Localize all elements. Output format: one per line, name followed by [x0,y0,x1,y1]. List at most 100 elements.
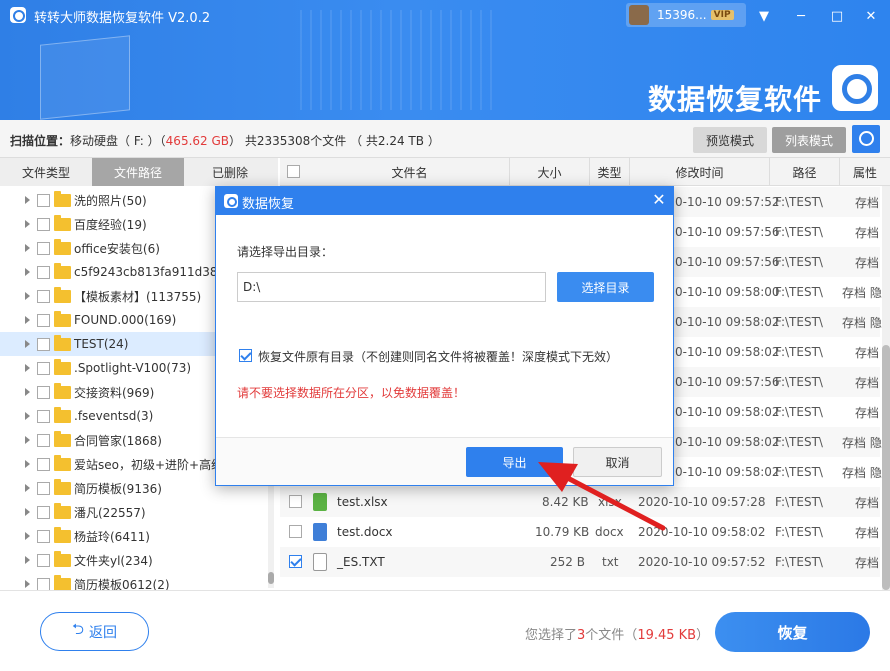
tree-item-checkbox[interactable] [37,505,50,519]
tree-item-checkbox[interactable] [37,337,50,351]
expand-triangle-icon[interactable] [25,460,30,468]
close-icon[interactable]: ✕ [860,5,882,27]
expand-triangle-icon[interactable] [25,292,30,300]
selection-suffix: ） [696,628,710,643]
expand-triangle-icon[interactable] [25,388,30,396]
tree-item-checkbox[interactable] [37,217,50,231]
cell-time: 0-10-10 09:57:56 [675,255,780,269]
export-path-input[interactable] [237,272,546,302]
minimize-icon[interactable]: ─ [790,5,812,27]
menu-dropdown-icon[interactable]: ▼ [753,5,775,27]
keep-structure-label[interactable]: 恢复文件原有目录（不创建则同名文件将被覆盖！深度模式下无效） [258,348,618,365]
cell-filename: test.docx [337,525,393,539]
tree-item[interactable]: 杨益玲(6411) [0,524,265,548]
export-button[interactable]: 导出 [466,447,563,477]
row-checkbox[interactable] [289,525,302,538]
expand-triangle-icon[interactable] [25,436,30,444]
tree-item-checkbox[interactable] [37,385,50,399]
expand-triangle-icon[interactable] [25,340,30,348]
row-checkbox[interactable] [289,495,302,508]
tree-item-checkbox[interactable] [37,409,50,423]
expand-triangle-icon[interactable] [25,532,30,540]
column-modified[interactable]: 修改时间 [630,158,770,186]
app-title: 转转大师数据恢复软件 V2.0.2 [34,11,211,26]
expand-triangle-icon[interactable] [25,364,30,372]
recover-button[interactable]: 恢复 [715,612,870,652]
tree-item-label: 爱站seo，初级+进阶+高级 [74,457,224,472]
tree-item-checkbox[interactable] [37,577,50,590]
table-scrollbar-thumb[interactable] [882,345,890,590]
column-type[interactable]: 类型 [590,158,630,186]
brand-logo-icon [832,65,878,111]
tree-item-label: 洗的照片(50) [74,193,147,208]
tab-file-path[interactable]: 文件路径 [92,158,184,186]
tree-item-checkbox[interactable] [37,193,50,207]
tree-item-checkbox[interactable] [37,361,50,375]
tree-item-checkbox[interactable] [37,553,50,567]
search-icon[interactable] [852,125,880,153]
cell-time: 0-10-10 09:57:52 [675,195,780,209]
dialog-title-bar: 数据恢复 ✕ [216,187,673,215]
expand-triangle-icon[interactable] [25,244,30,252]
tree-item-label: office安装包(6) [74,241,160,256]
cell-attr: 存档 [855,195,880,210]
table-row[interactable]: _ES.TXT 252 B txt 2020-10-10 09:57:52 F:… [280,547,880,577]
dialog-app-icon [224,194,238,208]
user-account[interactable]: 15396... VIP [626,3,746,27]
cancel-button[interactable]: 取消 [573,447,662,477]
tree-item-label: 潘凡(22557) [74,505,146,520]
choose-directory-button[interactable]: 选择目录 [557,272,654,302]
scan-device: 移动硬盘（ F: ）（ [70,134,166,148]
maximize-icon[interactable]: □ [826,5,848,27]
tree-item-checkbox[interactable] [37,481,50,495]
column-path[interactable]: 路径 [770,158,840,186]
dialog-close-icon[interactable]: ✕ [649,190,669,210]
expand-triangle-icon[interactable] [25,412,30,420]
expand-triangle-icon[interactable] [25,580,30,588]
folder-icon [54,430,71,447]
keep-structure-checkbox[interactable] [239,349,252,362]
selection-summary: 您选择了3个文件（19.45 KB） [525,624,709,643]
column-attributes[interactable]: 属性 [840,158,890,186]
column-size[interactable]: 大小 [510,158,590,186]
tab-deleted[interactable]: 已删除 [184,158,276,186]
table-row[interactable]: test.xlsx 8.42 KB xlsx 2020-10-10 09:57:… [280,487,880,517]
tree-item[interactable]: 潘凡(22557) [0,500,265,524]
tree-item-checkbox[interactable] [37,433,50,447]
expand-triangle-icon[interactable] [25,484,30,492]
tab-file-type[interactable]: 文件类型 [0,158,92,186]
preview-mode-button[interactable]: 预览模式 [693,127,767,153]
folder-icon [54,382,71,399]
tree-item-checkbox[interactable] [37,265,50,279]
select-all-checkbox[interactable] [287,165,300,178]
tree-item-checkbox[interactable] [37,289,50,303]
tree-scrollbar-thumb[interactable] [268,572,274,584]
expand-triangle-icon[interactable] [25,316,30,324]
expand-triangle-icon[interactable] [25,220,30,228]
column-filename[interactable]: 文件名 [310,158,510,186]
expand-triangle-icon[interactable] [25,196,30,204]
tree-item[interactable]: 文件夹yl(234) [0,548,265,572]
left-tabs: 文件类型 文件路径 已删除 [0,158,278,186]
folder-icon [54,526,71,543]
tree-item-checkbox[interactable] [37,313,50,327]
cell-attr: 存档 [855,555,880,570]
table-row[interactable]: test.docx 10.79 KB docx 2020-10-10 09:58… [280,517,880,547]
back-button[interactable]: ⮌ 返回 [40,612,149,651]
folder-icon [54,238,71,255]
expand-triangle-icon[interactable] [25,556,30,564]
tree-item[interactable]: 简历模板0612(2) [0,572,265,590]
expand-triangle-icon[interactable] [25,508,30,516]
row-checkbox-checked[interactable] [289,555,302,568]
tree-item-checkbox[interactable] [37,457,50,471]
recover-dialog: 数据恢复 ✕ 请选择导出目录： 选择目录 恢复文件原有目录（不创建则同名文件将被… [215,186,674,486]
file-table-header: 文件名 大小 类型 修改时间 路径 属性 [280,158,890,186]
cell-time: 0-10-10 09:58:02 [675,405,780,419]
folder-icon [54,334,71,351]
folder-icon [54,358,71,375]
list-mode-button[interactable]: 列表模式 [772,127,846,153]
expand-triangle-icon[interactable] [25,268,30,276]
tree-item-checkbox[interactable] [37,241,50,255]
tree-item-checkbox[interactable] [37,529,50,543]
cell-filename: _ES.TXT [337,555,385,569]
